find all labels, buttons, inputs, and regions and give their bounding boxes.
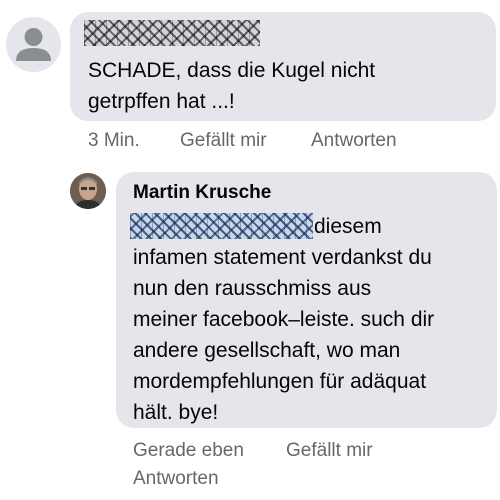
reply-author-avatar[interactable] [70, 173, 106, 209]
reply-actions: Gerade eben Gefällt mir Antworten [0, 440, 500, 500]
comment-timestamp[interactable]: 3 Min. [88, 130, 140, 152]
reply-text: infamen statement verdankst du nun den r… [133, 246, 435, 424]
redacted-commenter-name [84, 20, 260, 46]
reply-timestamp[interactable]: Gerade eben [133, 440, 244, 462]
reply-text-first-line: diesem [314, 215, 382, 238]
commenter-avatar[interactable] [6, 17, 61, 72]
default-user-avatar-icon [16, 28, 51, 61]
redacted-mention [130, 213, 313, 239]
like-link[interactable]: Gefällt mir [180, 130, 267, 152]
comment-actions: 3 Min. Gefällt mir Antworten [0, 130, 500, 156]
profile-photo-avatar [70, 173, 106, 209]
reply-author-name[interactable]: Martin Krusche [133, 182, 271, 204]
reply-like-link[interactable]: Gefällt mir [286, 440, 373, 462]
reply-link[interactable]: Antworten [311, 130, 397, 152]
comment-text: SCHADE, dass die Kugel nicht getrpffen h… [88, 59, 376, 113]
reply-reply-link[interactable]: Antworten [133, 468, 219, 490]
